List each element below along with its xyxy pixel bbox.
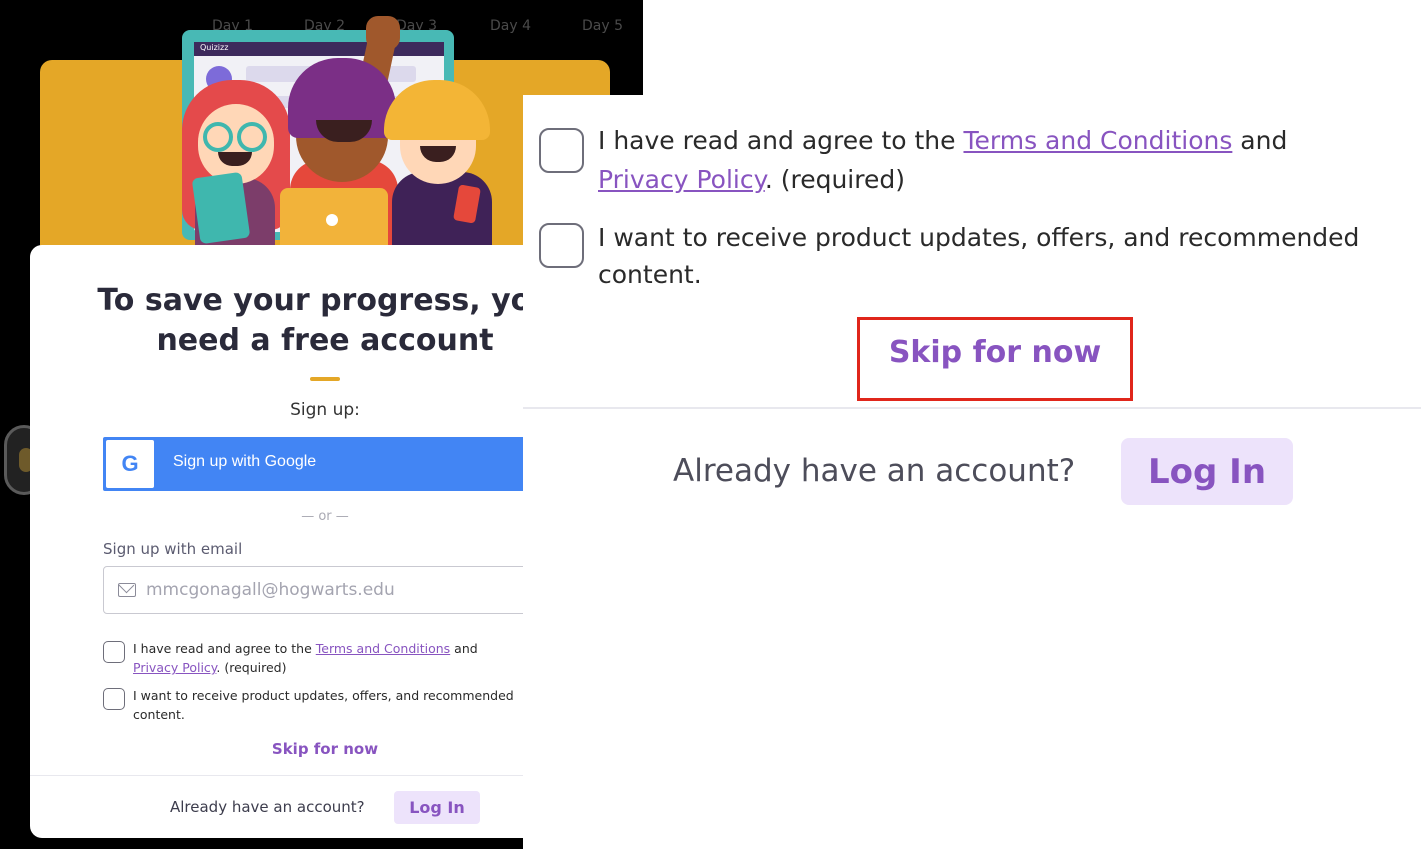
title-accent-bar	[310, 377, 340, 381]
zoom-privacy-link[interactable]: Privacy Policy	[598, 165, 765, 194]
zoom-updates-line-2: content.	[598, 260, 702, 289]
mail-icon	[118, 583, 136, 597]
updates-checkbox[interactable]	[103, 688, 125, 710]
zoomed-callout: I have read and agree to the Terms and C…	[523, 95, 1421, 849]
terms-link[interactable]: Terms and Conditions	[316, 641, 450, 656]
zoom-skip-for-now-link[interactable]: Skip for now	[857, 335, 1133, 370]
terms-middle: and	[450, 641, 478, 656]
illustration-laptop-logo	[326, 214, 338, 226]
privacy-link[interactable]: Privacy Policy	[133, 660, 216, 675]
terms-text: I have read and agree to the Terms and C…	[133, 639, 478, 677]
zoom-terms-suffix: . (required)	[764, 165, 905, 194]
illustration-glasses	[203, 122, 233, 152]
zoom-terms-middle: and	[1232, 126, 1288, 155]
illustration-appbar	[194, 42, 444, 56]
zoom-updates-line-1: I want to receive product updates, offer…	[598, 223, 1360, 252]
illustration-tablet	[191, 171, 251, 245]
google-signup-label: Sign up with Google	[173, 453, 317, 470]
email-input[interactable]	[146, 577, 526, 603]
email-field[interactable]	[103, 566, 546, 614]
updates-line-2: content.	[133, 707, 185, 722]
updates-text: I want to receive product updates, offer…	[133, 686, 514, 724]
zoom-updates-checkbox[interactable]	[539, 223, 584, 268]
zoom-already-have-account-text: Already have an account?	[673, 453, 1076, 489]
zoom-terms-checkbox[interactable]	[539, 128, 584, 173]
already-have-account-text: Already have an account?	[170, 798, 365, 816]
email-label: Sign up with email	[103, 540, 243, 558]
zoom-divider	[523, 407, 1421, 409]
zoom-terms-link[interactable]: Terms and Conditions	[963, 126, 1232, 155]
updates-line-1: I want to receive product updates, offer…	[133, 688, 514, 703]
google-signup-button[interactable]: G Sign up with Google	[103, 437, 545, 491]
day-tab-5[interactable]: Day 5	[582, 18, 623, 34]
updates-checkbox-row: I want to receive product updates, offer…	[103, 686, 563, 726]
zoom-terms-prefix: I have read and agree to the	[598, 126, 964, 155]
terms-checkbox[interactable]	[103, 641, 125, 663]
day-tab-4[interactable]: Day 4	[490, 18, 531, 34]
illustration-glasses	[237, 122, 267, 152]
zoom-terms-line-2: Privacy Policy. (required)	[598, 161, 905, 199]
terms-checkbox-row: I have read and agree to the Terms and C…	[103, 639, 553, 679]
terms-suffix: . (required)	[216, 660, 287, 675]
terms-prefix: I have read and agree to the	[133, 641, 316, 656]
illustration-fist	[366, 16, 400, 50]
login-button[interactable]: Log In	[394, 791, 480, 824]
google-icon: G	[106, 440, 154, 488]
zoom-terms-line-1: I have read and agree to the Terms and C…	[598, 122, 1287, 160]
illustration-app-name: Quizizz	[200, 43, 229, 52]
zoom-login-button[interactable]: Log In	[1121, 438, 1293, 505]
